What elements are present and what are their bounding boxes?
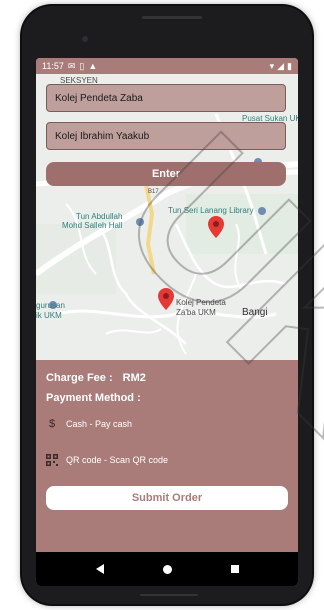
map-label-mohd-salleh: Mohd Salleh Hall bbox=[62, 221, 123, 230]
front-camera bbox=[82, 36, 88, 42]
submit-order-button[interactable]: Submit Order bbox=[46, 486, 288, 510]
payment-label: Payment Method : bbox=[46, 392, 141, 404]
signal-icon: ◢ bbox=[277, 60, 285, 71]
charge-label: Charge Fee : bbox=[46, 372, 113, 384]
payment-option-label: Cash - Pay cash bbox=[66, 419, 133, 429]
status-time: 11:57 bbox=[42, 61, 64, 71]
home-icon[interactable] bbox=[162, 564, 172, 574]
map-label-kolej-pendeta-1: Kolej Pendeta bbox=[176, 298, 226, 307]
map-label-kolej-pendeta-2: Za'ba UKM bbox=[176, 308, 216, 317]
sim-icon: ▯ bbox=[79, 60, 85, 71]
map-label-bangi: Bangi bbox=[242, 307, 268, 318]
earpiece-speaker bbox=[142, 16, 202, 19]
notification-icon: ✉ bbox=[67, 60, 76, 71]
map-label-jurusan-2: ik UKM bbox=[36, 311, 62, 320]
payment-method-label: Payment Method : bbox=[46, 392, 141, 404]
dollar-icon: $ bbox=[48, 418, 56, 430]
map-label-road: B17 bbox=[148, 189, 159, 195]
map-label-tun-seri-lanang: Tun Seri Lanang Library bbox=[168, 206, 254, 215]
destination-marker-icon[interactable] bbox=[208, 216, 224, 238]
navigation-bar bbox=[36, 552, 298, 586]
back-icon[interactable] bbox=[95, 564, 104, 574]
bottom-speaker bbox=[140, 594, 198, 596]
qr-code-icon bbox=[46, 454, 58, 466]
app-screen: 11:57 ✉ ▯ ▲ ▾ ◢ ▮ SEKSYEN Pusat Sukan U … bbox=[36, 58, 298, 586]
wifi-icon: ▾ bbox=[269, 60, 275, 71]
origin-marker-icon[interactable] bbox=[158, 288, 174, 310]
destination-input[interactable]: Kolej Ibrahim Yaakub bbox=[46, 122, 286, 150]
payment-option-qr[interactable]: QR code - Scan QR code bbox=[46, 454, 168, 466]
battery-icon: ▮ bbox=[287, 60, 292, 71]
recent-apps-icon[interactable] bbox=[230, 565, 239, 573]
order-panel: Charge Fee : RM2 Payment Method : $ Cash… bbox=[36, 360, 298, 552]
upload-icon: ▲ bbox=[88, 61, 98, 71]
map-label-tun-abdullah: Tun Abdullah bbox=[76, 212, 123, 221]
origin-input[interactable]: Kolej Pendeta Zaba bbox=[46, 84, 286, 112]
enter-button[interactable]: Enter bbox=[46, 162, 286, 186]
status-bar: 11:57 ✉ ▯ ▲ ▾ ◢ ▮ bbox=[36, 58, 298, 74]
map-label-jurusan-1: gurusan bbox=[36, 301, 65, 310]
payment-option-label: QR code - Scan QR code bbox=[66, 455, 169, 465]
charge-row: Charge Fee : RM2 bbox=[46, 372, 146, 384]
charge-value: RM2 bbox=[122, 372, 146, 384]
payment-option-cash[interactable]: $ Cash - Pay cash bbox=[46, 418, 132, 430]
map-view[interactable]: SEKSYEN Pusat Sukan UKM B17 Tun Abdullah… bbox=[36, 74, 298, 362]
phone-frame: 11:57 ✉ ▯ ▲ ▾ ◢ ▮ SEKSYEN Pusat Sukan U … bbox=[22, 6, 312, 604]
